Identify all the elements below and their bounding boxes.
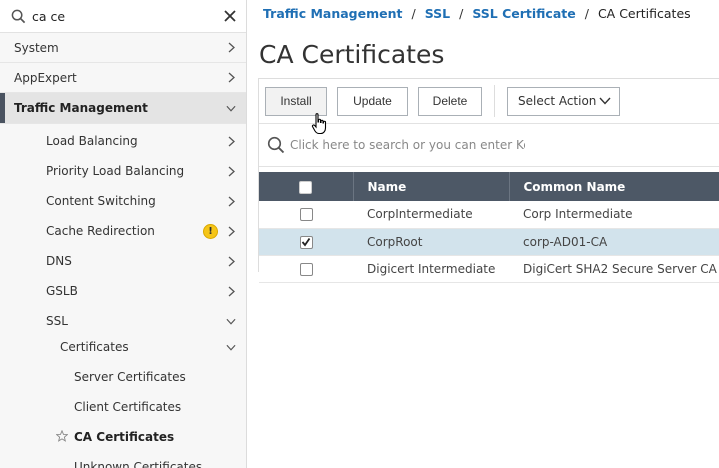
delete-button[interactable]: Delete [418,86,482,116]
sidebar-item-unknown-certificates[interactable]: Unknown Certificates [0,452,246,468]
chevron-right-icon [226,166,236,176]
breadcrumb-current: CA Certificates [597,6,691,21]
page-title: CA Certificates [259,40,445,69]
breadcrumb: Traffic Management / SSL / SSL Certifica… [263,6,691,21]
sidebar-item-label: AppExpert [14,70,77,85]
sidebar-item-server-certificates[interactable]: Server Certificates [0,362,246,392]
sidebar-item-appexpert[interactable]: AppExpert [0,63,246,93]
hand-cursor-icon [311,113,327,135]
chevron-down-icon [226,103,236,113]
cell-name: Digicert Intermediate [353,255,509,283]
table-search-input[interactable]: Click here to search or you can enter Ke… [290,138,525,152]
table-row[interactable]: CorpRoot corp-AD01-CA [259,228,719,256]
breadcrumb-link-ssl-certificate[interactable]: SSL Certificate [472,6,575,21]
chevron-right-icon [226,286,236,296]
cell-common-name: Corp Intermediate [509,201,719,229]
breadcrumb-link-ssl[interactable]: SSL [425,6,450,21]
select-action-dropdown[interactable]: Select Action [507,86,620,116]
sidebar-item-label: Content Switching [46,194,156,208]
sidebar-item-gslb[interactable]: GSLB [0,276,246,306]
row-select-cell [259,201,353,229]
chevron-right-icon [226,42,236,53]
chevron-right-icon [226,226,236,236]
chevron-down-icon [226,342,236,352]
sidebar-item-label: Client Certificates [74,400,182,414]
sidebar-item-label: Server Certificates [74,370,186,384]
chevron-right-icon [226,136,236,146]
chevron-right-icon [226,72,236,83]
sidebar-item-label: CA Certificates [74,430,175,444]
check-icon [301,237,311,247]
sidebar-item-label: GSLB [46,284,78,298]
chevron-down-icon [599,94,611,108]
row-select-cell [259,228,353,256]
search-icon [267,136,285,154]
sidebar-item-label: Traffic Management [14,101,148,115]
table-row[interactable]: Digicert Intermediate DigiCert SHA2 Secu… [259,255,719,283]
sidebar-item-cache-redirection[interactable]: Cache Redirection ! [0,216,246,246]
row-checkbox[interactable] [299,235,313,249]
sidebar-item-system[interactable]: System [0,33,246,63]
sidebar-item-dns[interactable]: DNS [0,246,246,276]
column-header-name[interactable]: Name [353,172,510,201]
warning-icon: ! [203,223,218,239]
cell-common-name: DigiCert SHA2 Secure Server CA [509,255,719,283]
row-checkbox[interactable] [299,208,313,222]
sidebar-search: ca ce [0,0,246,33]
sidebar: ca ce System AppExpert Traffic Managemen… [0,0,247,468]
sidebar-item-label: System [14,40,59,55]
sidebar-item-certificates[interactable]: Certificates [0,336,246,358]
sidebar-item-label: Cache Redirection [46,224,155,238]
ca-certificates-table: Name Common Name CorpIntermediate Corp I… [259,172,719,283]
sidebar-item-label: Certificates [60,340,129,354]
select-all-cell [259,172,354,201]
sidebar-item-content-switching[interactable]: Content Switching [0,186,246,216]
select-all-checkbox[interactable] [299,180,313,194]
column-header-common-name[interactable]: Common Name [509,172,719,201]
row-select-cell [259,255,353,283]
sidebar-item-load-balancing[interactable]: Load Balancing [0,126,246,156]
sidebar-item-label: SSL [46,314,68,328]
table-header-row: Name Common Name [259,172,719,201]
breadcrumb-separator: / [584,6,589,21]
star-icon[interactable] [55,429,69,442]
breadcrumb-link-traffic-management[interactable]: Traffic Management [263,6,402,21]
sidebar-item-traffic-management[interactable]: Traffic Management [0,93,246,124]
sidebar-search-input[interactable]: ca ce [32,9,222,24]
close-icon[interactable] [222,8,238,24]
breadcrumb-separator: / [459,6,464,21]
row-checkbox[interactable] [299,262,313,276]
chevron-right-icon [226,256,236,266]
sidebar-item-label: Unknown Certificates [74,460,203,468]
select-action-label: Select Action [518,94,597,108]
breadcrumb-separator: / [411,6,416,21]
table-row[interactable]: CorpIntermediate Corp Intermediate [259,201,719,229]
toolbar-divider [494,85,495,117]
cell-name: CorpIntermediate [353,201,509,229]
main-content: Traffic Management / SSL / SSL Certifica… [248,0,719,468]
sidebar-item-ca-certificates[interactable]: CA Certificates [0,422,246,452]
search-icon [10,8,26,24]
sidebar-item-label: DNS [46,254,72,268]
sidebar-item-label: Load Balancing [46,134,138,148]
chevron-right-icon [226,196,236,206]
cell-name: CorpRoot [353,228,509,256]
sidebar-item-priority-load-balancing[interactable]: Priority Load Balancing [0,156,246,186]
update-button[interactable]: Update [337,86,408,116]
sidebar-item-client-certificates[interactable]: Client Certificates [0,392,246,422]
cell-common-name: corp-AD01-CA [509,228,719,256]
certificates-panel: Install Update Delete Select Action Clic… [258,78,719,283]
chevron-down-icon [226,316,236,326]
sidebar-item-label: Priority Load Balancing [46,164,185,178]
sidebar-item-ssl[interactable]: SSL [0,306,246,336]
